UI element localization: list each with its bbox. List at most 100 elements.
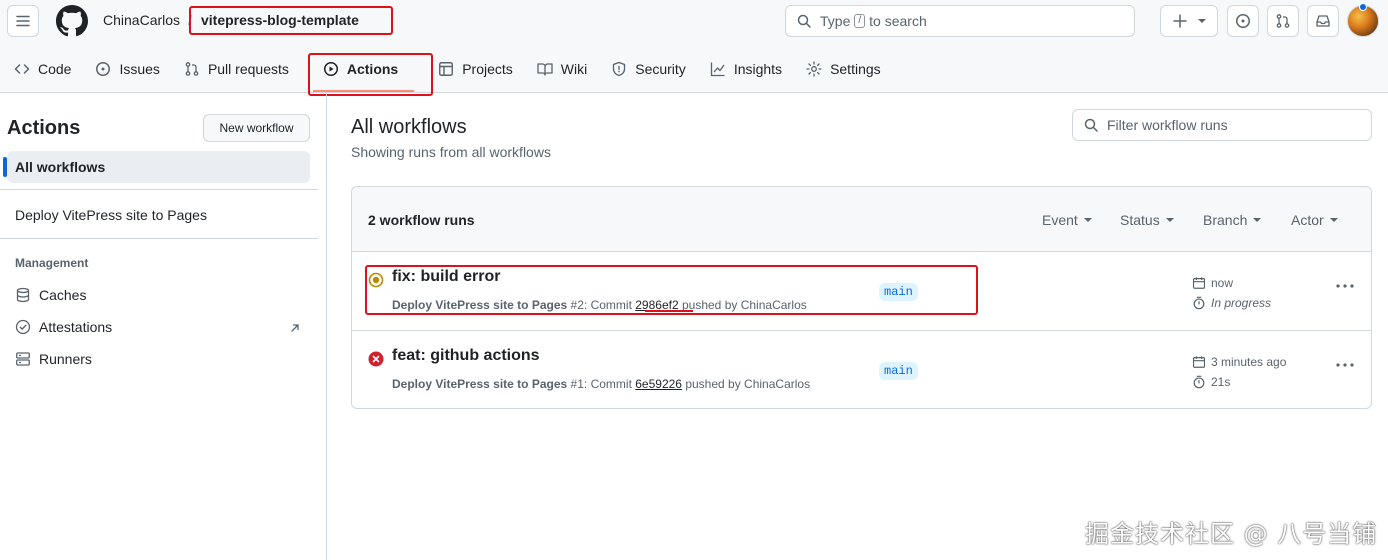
runners-label: Runners bbox=[39, 351, 92, 367]
workflow-runs-list: 2 workflow runs Event Status Branch Acto… bbox=[351, 186, 1372, 409]
failure-status-icon bbox=[368, 351, 384, 367]
issues-button[interactable] bbox=[1227, 5, 1259, 37]
run-title-link[interactable]: fix: build error bbox=[392, 268, 500, 286]
plus-icon bbox=[1173, 14, 1187, 28]
chevron-down-icon bbox=[1198, 19, 1206, 23]
github-logo-icon[interactable] bbox=[56, 5, 88, 37]
caches-label: Caches bbox=[39, 287, 87, 303]
create-new-button[interactable] bbox=[1160, 5, 1218, 37]
commit-sha-link[interactable]: 6e59226 bbox=[635, 377, 682, 391]
inbox-button[interactable] bbox=[1307, 5, 1339, 37]
table-icon bbox=[439, 62, 454, 76]
tab-label: Security bbox=[635, 61, 686, 77]
workflow-run-row[interactable]: fix: build error Deploy VitePress site t… bbox=[352, 252, 1371, 330]
pushed-by-label: pushed by bbox=[685, 377, 741, 391]
workflow-label: Deploy VitePress site to Pages bbox=[15, 207, 207, 223]
run-duration: In progress bbox=[1192, 296, 1271, 310]
hamburger-icon bbox=[16, 15, 30, 27]
run-workflow-name: Deploy VitePress site to Pages bbox=[392, 298, 568, 312]
tab-insights[interactable]: Insights bbox=[702, 52, 790, 86]
header: ChinaCarlos / vitepress-blog-template Ty… bbox=[0, 0, 1388, 93]
chevron-down-icon bbox=[1329, 218, 1338, 222]
shield-icon bbox=[613, 61, 626, 77]
repo-nav: Code Issues Pull requests Actions Projec… bbox=[0, 52, 897, 92]
tab-actions[interactable]: Actions bbox=[305, 52, 422, 92]
run-options-button[interactable] bbox=[1335, 276, 1355, 296]
tab-label: Pull requests bbox=[207, 61, 289, 77]
run-duration-text: In progress bbox=[1211, 296, 1272, 310]
search-icon bbox=[1084, 118, 1098, 132]
gear-icon bbox=[806, 61, 822, 77]
tab-code[interactable]: Code bbox=[0, 52, 79, 86]
status-filter-label: Status bbox=[1120, 212, 1160, 228]
sidebar-item-workflow[interactable]: Deploy VitePress site to Pages bbox=[15, 207, 207, 223]
sidebar-item-all-workflows[interactable]: All workflows bbox=[3, 151, 310, 183]
run-when: now bbox=[1211, 276, 1234, 290]
branch-filter-dropdown[interactable]: Branch bbox=[1203, 212, 1262, 228]
sidebar-item-runners[interactable]: Runners bbox=[15, 351, 92, 367]
run-commit-label: : Commit bbox=[583, 298, 632, 312]
calendar-icon bbox=[1192, 356, 1206, 368]
code-icon bbox=[14, 64, 30, 74]
branch-filter-label: Branch bbox=[1203, 212, 1248, 228]
search-icon bbox=[797, 14, 811, 28]
database-icon bbox=[16, 287, 30, 303]
tab-label: Wiki bbox=[560, 61, 588, 77]
run-options-button[interactable] bbox=[1335, 355, 1355, 375]
branch-badge[interactable]: main bbox=[879, 362, 918, 380]
sidebar-divider bbox=[0, 189, 318, 190]
run-title-link[interactable]: feat: github actions bbox=[392, 347, 540, 365]
actor-filter-dropdown[interactable]: Actor bbox=[1291, 212, 1338, 228]
verified-icon bbox=[15, 319, 31, 335]
tab-security[interactable]: Security bbox=[603, 52, 694, 86]
annotation-underline-sha bbox=[645, 310, 693, 312]
global-search-input[interactable]: Type / to search bbox=[785, 5, 1135, 37]
tab-label: Issues bbox=[119, 61, 160, 77]
event-filter-label: Event bbox=[1042, 212, 1078, 228]
run-number: #1 bbox=[570, 377, 584, 391]
watermark-text: 掘金技术社区 @ 八号当铺 bbox=[1085, 520, 1378, 548]
attestations-label: Attestations bbox=[39, 319, 113, 335]
run-actor[interactable]: ChinaCarlos bbox=[741, 298, 807, 312]
menu-button[interactable] bbox=[7, 5, 39, 37]
issue-opened-icon bbox=[96, 62, 111, 76]
sidebar-item-attestations[interactable]: Attestations bbox=[15, 319, 301, 335]
kebab-horizontal-icon bbox=[1336, 284, 1354, 288]
sidebar-item-caches[interactable]: Caches bbox=[15, 287, 86, 303]
tab-pull-requests[interactable]: Pull requests bbox=[176, 52, 297, 86]
workflow-run-row[interactable]: feat: github actions Deploy VitePress si… bbox=[352, 330, 1371, 408]
tab-projects[interactable]: Projects bbox=[430, 52, 521, 86]
branch-badge[interactable]: main bbox=[879, 283, 918, 301]
chevron-down-icon bbox=[1165, 218, 1174, 222]
tab-wiki[interactable]: Wiki bbox=[529, 52, 595, 86]
tab-settings[interactable]: Settings bbox=[798, 52, 889, 86]
play-icon bbox=[323, 62, 338, 76]
notification-dot bbox=[1359, 3, 1367, 11]
book-icon bbox=[537, 63, 553, 76]
run-number: #2 bbox=[570, 298, 584, 312]
search-prefix: Type bbox=[820, 13, 851, 29]
status-filter-dropdown[interactable]: Status bbox=[1120, 212, 1174, 228]
event-filter-dropdown[interactable]: Event bbox=[1042, 212, 1092, 228]
repo-owner-link[interactable]: ChinaCarlos bbox=[103, 12, 180, 28]
arrow-up-right-icon bbox=[291, 324, 299, 332]
run-meta: Deploy VitePress site to Pages #2: Commi… bbox=[392, 298, 807, 312]
new-workflow-button[interactable]: New workflow bbox=[203, 114, 310, 142]
page-title: All workflows bbox=[351, 116, 467, 138]
tab-issues[interactable]: Issues bbox=[87, 52, 167, 86]
run-meta: Deploy VitePress site to Pages #1: Commi… bbox=[392, 377, 810, 391]
filter-workflow-runs-input[interactable]: Filter workflow runs bbox=[1072, 109, 1372, 141]
run-duration: 21s bbox=[1192, 375, 1230, 389]
stopwatch-icon bbox=[1193, 296, 1205, 310]
run-actor[interactable]: ChinaCarlos bbox=[744, 377, 810, 391]
sidebar-divider bbox=[0, 238, 318, 239]
search-suffix: to search bbox=[869, 13, 927, 29]
sidebar-title: Actions bbox=[7, 117, 81, 139]
pull-requests-button[interactable] bbox=[1267, 5, 1299, 37]
management-heading: Management bbox=[15, 256, 89, 270]
in-progress-status-icon bbox=[368, 272, 384, 288]
page-subtitle: Showing runs from all workflows bbox=[351, 144, 551, 160]
server-icon bbox=[16, 352, 30, 366]
git-pull-request-icon bbox=[185, 62, 199, 76]
repo-name-link[interactable]: vitepress-blog-template bbox=[201, 12, 359, 28]
